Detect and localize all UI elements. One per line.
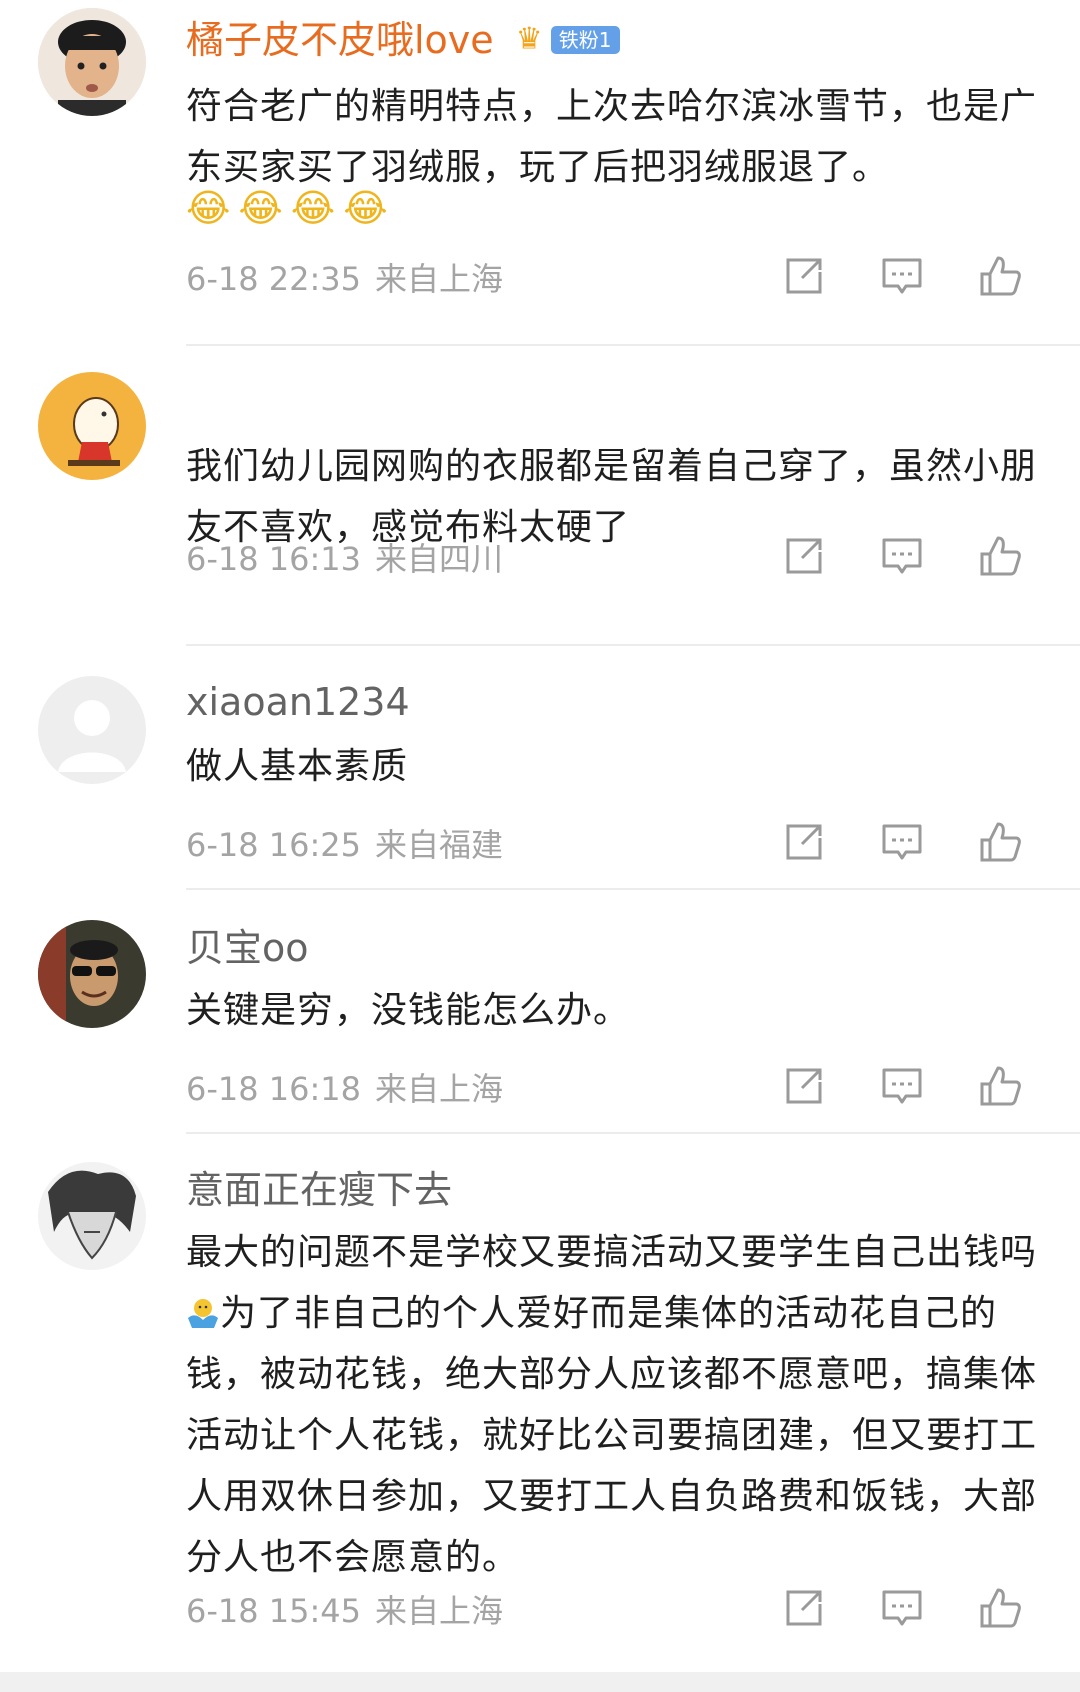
comment-meta: 6-18 16:18 来自上海 <box>186 1064 503 1110</box>
divider <box>186 644 1080 646</box>
avatar[interactable] <box>38 8 146 116</box>
like-icon[interactable] <box>978 1064 1022 1108</box>
username[interactable]: xiaoan1234 <box>186 678 410 726</box>
comment-icon[interactable] <box>880 1064 924 1108</box>
comment-text: 符合老广的精明特点，上次去哈尔滨冰雪节，也是广东买家买了羽绒服，玩了后把羽绒服退… <box>186 86 1038 188</box>
repost-icon[interactable] <box>782 254 826 298</box>
comment-text-part2: 为了非自己的个人爱好而是集体的活动花自己的钱，被动花钱，绝大部分人应该都不愿意吧… <box>186 1293 1038 1578</box>
comment-item: 意面正在瘦下去 最大的问题不是学校又要搞活动又要学生自己出钱吗为了非自己的个人爱… <box>0 1150 1080 1670</box>
comment-location: 来自上海 <box>375 1070 504 1108</box>
comment-meta: 6-18 22:35 来自上海 <box>186 254 503 300</box>
divider <box>186 1132 1080 1134</box>
avatar-image <box>38 8 146 116</box>
avatar[interactable] <box>38 920 146 1028</box>
comment-icon[interactable] <box>880 820 924 864</box>
repost-icon[interactable] <box>782 820 826 864</box>
username[interactable]: 橘子皮不皮哦love ♛ 铁粉1 <box>186 16 620 68</box>
divider <box>186 344 1080 346</box>
comment-meta: 6-18 16:13 来自四川 <box>186 534 503 580</box>
comment-actions <box>782 1586 1040 1630</box>
avatar-image <box>38 1162 146 1270</box>
comment-time: 6-18 15:45 <box>186 1592 362 1630</box>
comment-actions <box>782 820 1040 864</box>
fan-badge[interactable]: ♛ 铁粉1 <box>516 13 620 64</box>
comment-actions <box>782 254 1040 298</box>
repost-icon[interactable] <box>782 534 826 578</box>
bottom-bar <box>0 1672 1080 1692</box>
comment-item: 贝宝oo 关键是穷，没钱能怎么办。 6-18 16:18 来自上海 <box>0 906 1080 1134</box>
fan-badge-label: 铁粉1 <box>550 25 620 54</box>
comment-meta: 6-18 15:45 来自上海 <box>186 1586 503 1632</box>
username-text[interactable]: 橘子皮不皮哦love <box>186 18 494 62</box>
comment-location: 来自四川 <box>375 540 504 578</box>
comment-text: 关键是穷，没钱能怎么办。 <box>186 990 631 1031</box>
laugh-cry-emoji-row: 😂😂😂😂 <box>186 186 396 230</box>
like-icon[interactable] <box>978 534 1022 578</box>
comment-time: 6-18 22:35 <box>186 260 362 298</box>
avatar[interactable] <box>38 676 146 784</box>
default-avatar-icon <box>38 676 146 784</box>
comment-icon[interactable] <box>880 254 924 298</box>
comment-actions <box>782 534 1040 578</box>
like-icon[interactable] <box>978 254 1022 298</box>
repost-icon[interactable] <box>782 1064 826 1108</box>
avatar-image <box>38 920 146 1028</box>
repost-icon[interactable] <box>782 1586 826 1630</box>
divider <box>186 888 1080 890</box>
avatar[interactable] <box>38 1162 146 1270</box>
comment-time: 6-18 16:25 <box>186 826 362 864</box>
comment-text-part1: 最大的问题不是学校又要搞活动又要学生自己出钱吗 <box>186 1232 1038 1273</box>
shrug-emoji-icon <box>188 1299 218 1328</box>
comment-item: xiaoan1234 做人基本素质 6-18 16:25 来自福建 <box>0 662 1080 890</box>
username[interactable]: 意面正在瘦下去 <box>186 1166 452 1214</box>
comment-item: 橘子皮不皮哦love ♛ 铁粉1 符合老广的精明特点，上次去哈尔滨冰雪节，也是广… <box>0 0 1080 346</box>
comment-location: 来自福建 <box>375 826 504 864</box>
comment-item: 我们幼儿园网购的衣服都是留着自己穿了，虽然小朋友不喜欢，感觉布料太硬了 6-18… <box>0 362 1080 646</box>
comment-location: 来自上海 <box>375 1592 504 1630</box>
comment-meta: 6-18 16:25 来自福建 <box>186 820 503 866</box>
like-icon[interactable] <box>978 820 1022 864</box>
comment-location: 来自上海 <box>375 260 504 298</box>
like-icon[interactable] <box>978 1586 1022 1630</box>
avatar-image <box>38 372 146 480</box>
comment-time: 6-18 16:13 <box>186 540 362 578</box>
avatar[interactable] <box>38 372 146 480</box>
comment-icon[interactable] <box>880 534 924 578</box>
comment-icon[interactable] <box>880 1586 924 1630</box>
crown-icon: ♛ <box>515 21 543 57</box>
comment-text: 做人基本素质 <box>186 746 409 787</box>
comment-time: 6-18 16:18 <box>186 1070 362 1108</box>
comment-actions <box>782 1064 1040 1108</box>
username[interactable]: 贝宝oo <box>186 924 309 972</box>
comment-text: 最大的问题不是学校又要搞活动又要学生自己出钱吗为了非自己的个人爱好而是集体的活动… <box>186 1222 1046 1588</box>
